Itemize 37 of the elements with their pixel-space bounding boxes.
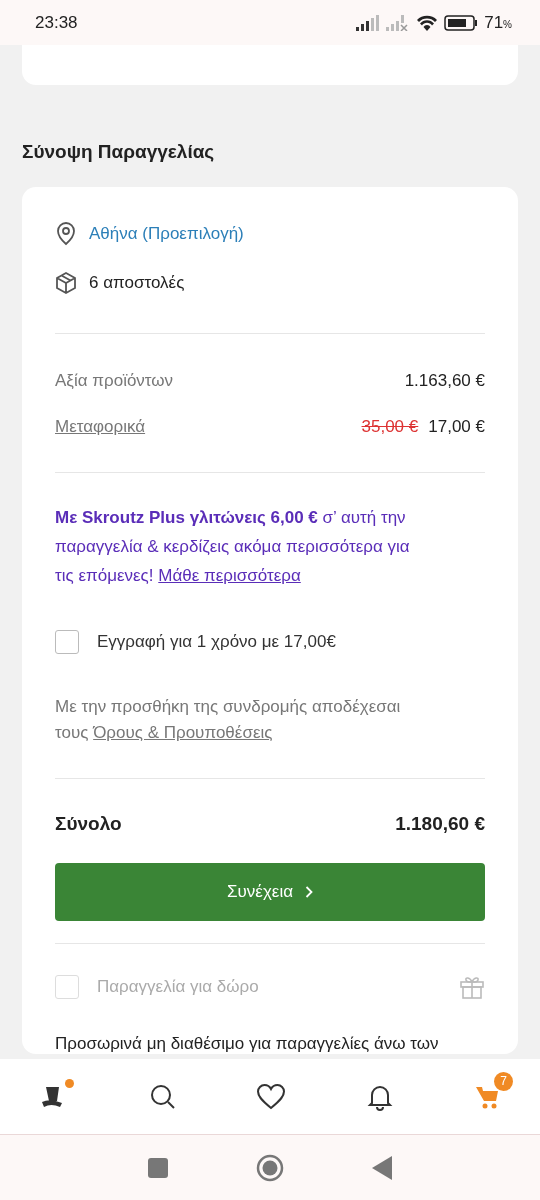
notice-text: Προσωρινά μη διαθέσιμο για παραγγελίες άνω των — [55, 1034, 440, 1054]
square-icon[interactable] — [148, 1157, 168, 1178]
old-price: 35,00 € — [361, 417, 419, 436]
battery-level: 71 — [484, 12, 504, 32]
cart-tab[interactable]: 7 — [462, 1070, 514, 1123]
search-icon — [148, 1082, 177, 1111]
subscribe-checkbox[interactable] — [55, 630, 79, 654]
total-label: Σύνολο — [55, 813, 122, 835]
delivery-location[interactable]: Αθήνα (Προεπιλογή) — [89, 223, 244, 244]
terms-text: Με την προσθήκη της συνδρομής αποδέχεσαι τους Όρους & Προυποθέσεις — [55, 696, 402, 744]
price-value: 17,00 € — [428, 417, 485, 436]
chevron-right-icon — [305, 886, 313, 898]
back-triangle-icon[interactable] — [372, 1155, 392, 1180]
terms-link[interactable]: Όρους & Προυποθέσεις — [93, 723, 273, 742]
gift-label: Παραγγελία για δώρο — [97, 977, 259, 997]
gift-icon — [459, 974, 485, 1000]
percent-sign: % — [503, 18, 512, 30]
status-time: 23:38 — [35, 12, 78, 33]
price-label: Αξία προϊόντων — [55, 371, 174, 391]
box-icon — [55, 270, 77, 295]
plus-promo-text: Με Skroutz Plus γλιτώνεις 6,00 € σ’ αυτή την παραγγελία & κερδίζεις ακόμα περισσότερα για τις επόμενες! Μάθε περισσότερα — [55, 507, 411, 587]
section-title: Σύνοψη Παραγγελίας — [22, 141, 216, 163]
home-circle-icon[interactable] — [256, 1153, 284, 1182]
no-signal-icon — [386, 14, 411, 31]
signal-icon — [356, 14, 381, 31]
price-label[interactable]: Μεταφορικά — [55, 417, 146, 437]
location-pin-icon — [55, 221, 77, 246]
subscribe-label: Εγγραφή για 1 χρόνο με 17,00€ — [97, 632, 336, 652]
total-value: 1.180,60 € — [395, 813, 485, 835]
wifi-icon — [416, 14, 439, 31]
continue-button[interactable]: Συνέχεια — [55, 863, 485, 921]
learn-more-link[interactable]: Μάθε περισσότερα — [158, 566, 301, 585]
battery-icon — [444, 14, 479, 31]
price-value: 1.163,60 € — [404, 371, 485, 390]
shipments-count: 6 αποστολές — [89, 272, 185, 293]
cart-count-badge: 7 — [494, 1071, 513, 1091]
heart-icon — [256, 1082, 286, 1111]
